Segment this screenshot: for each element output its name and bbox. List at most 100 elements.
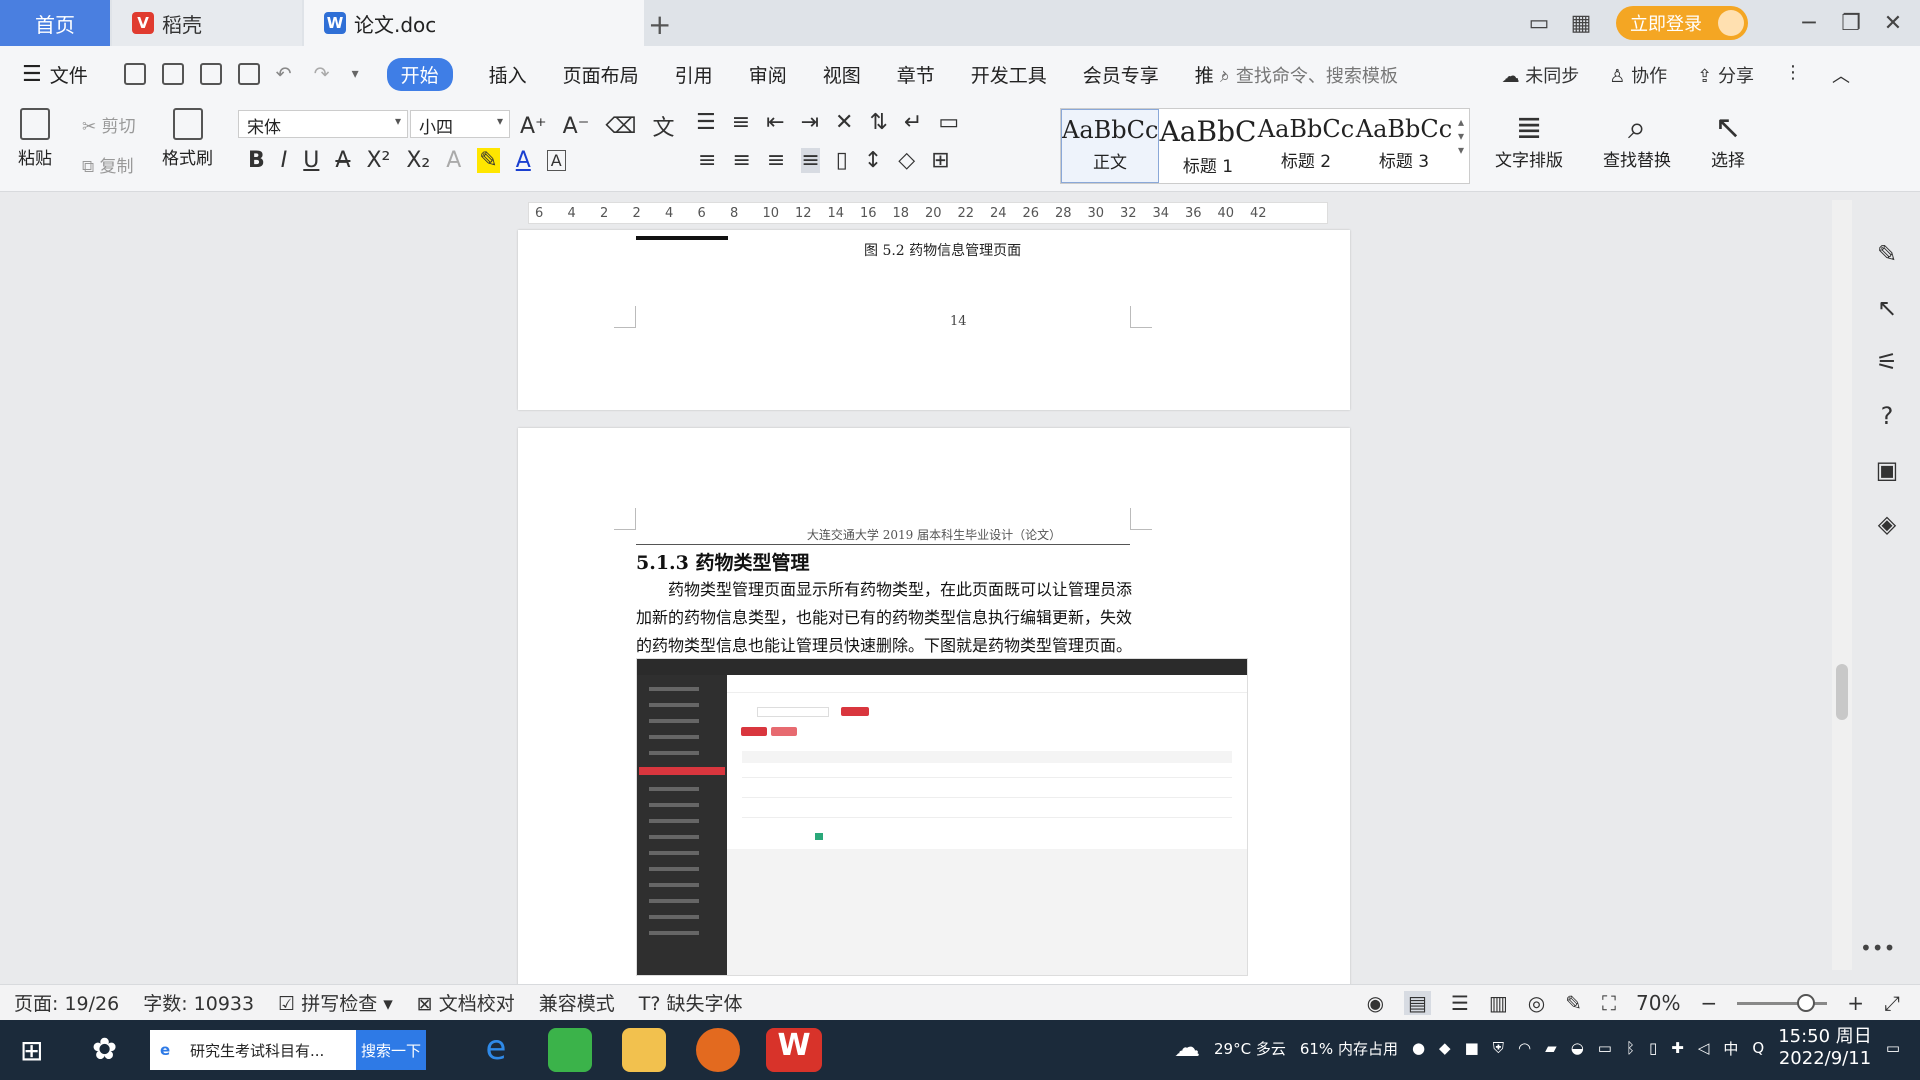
- bluetooth-icon[interactable]: ᛒ: [1626, 1039, 1635, 1057]
- print-icon[interactable]: [199, 63, 222, 85]
- paste-button[interactable]: 粘贴: [18, 108, 52, 169]
- close-button[interactable]: ✕: [1872, 11, 1914, 36]
- zoom-in-icon[interactable]: +: [1847, 991, 1864, 1015]
- line-spacing-icon[interactable]: ↕: [864, 148, 882, 173]
- font-color-icon[interactable]: A: [516, 148, 531, 173]
- superscript-icon[interactable]: X²: [366, 148, 390, 173]
- increase-indent-icon[interactable]: ⇥: [801, 110, 819, 135]
- find-replace-button[interactable]: ⌕ 查找替换: [1603, 108, 1671, 171]
- print-preview-icon[interactable]: [237, 63, 260, 85]
- taskbar-search[interactable]: e 研究生考试科目有... 搜索一下: [150, 1030, 426, 1070]
- image-edit-icon[interactable]: ▣: [1876, 456, 1899, 484]
- apps-grid-icon[interactable]: ▦: [1560, 11, 1602, 36]
- undo-icon[interactable]: ↶: [276, 63, 292, 85]
- ie-browser-icon[interactable]: e: [474, 1028, 518, 1072]
- eye-protect-icon[interactable]: ◉: [1367, 991, 1384, 1015]
- clear-format-icon[interactable]: ⌫: [605, 114, 636, 139]
- tray-icon[interactable]: ◆: [1439, 1039, 1451, 1057]
- zoom-slider-knob[interactable]: [1797, 993, 1816, 1012]
- file-explorer-icon[interactable]: [622, 1028, 666, 1072]
- menu-insert[interactable]: 插入: [489, 61, 527, 88]
- styles-scroll-icon[interactable]: ▴ ▾ ▾: [1453, 109, 1469, 183]
- style-heading-3[interactable]: AaBbCc 标题 3: [1355, 109, 1453, 183]
- nvidia-icon[interactable]: ▰: [1545, 1039, 1557, 1057]
- search-tray-icon[interactable]: Q: [1752, 1039, 1764, 1057]
- spell-check[interactable]: ☑ 拼写检查 ▾: [278, 989, 393, 1016]
- numbering-icon[interactable]: ≡: [732, 110, 750, 135]
- pointer-icon[interactable]: ↖: [1877, 294, 1897, 322]
- align-right-icon[interactable]: ≡: [767, 148, 785, 173]
- wps-office-icon[interactable]: W: [766, 1028, 822, 1072]
- doc-proof[interactable]: ⊠ 文档校对: [417, 989, 515, 1016]
- copy-button[interactable]: ⧉ 复制: [82, 152, 134, 177]
- assistant-icon[interactable]: ✿: [92, 1032, 117, 1067]
- menu-section[interactable]: 章节: [897, 61, 935, 88]
- fullscreen-icon[interactable]: ⤢: [1884, 991, 1900, 1015]
- sort-icon[interactable]: ⇅: [869, 110, 887, 135]
- menu-view[interactable]: 视图: [823, 61, 861, 88]
- menu-member[interactable]: 会员专享: [1083, 61, 1159, 88]
- menu-references[interactable]: 引用: [675, 61, 713, 88]
- zoom-level[interactable]: 70%: [1636, 991, 1680, 1015]
- tab-home[interactable]: 首页: [0, 0, 110, 46]
- highlight-icon[interactable]: ✎: [477, 148, 500, 173]
- customize-chevron-icon[interactable]: ▾: [352, 66, 359, 82]
- command-search[interactable]: ⌕ 查找命令、搜索模板: [1220, 62, 1398, 88]
- embedded-screenshot-figure[interactable]: [636, 658, 1248, 976]
- select-button[interactable]: ↖ 选择: [1711, 108, 1745, 171]
- taskbar-search-button[interactable]: 搜索一下: [356, 1030, 426, 1070]
- ime-indicator[interactable]: 中: [1723, 1038, 1738, 1059]
- browser-360-icon[interactable]: [548, 1028, 592, 1072]
- page-view-icon[interactable]: ▤: [1404, 991, 1431, 1015]
- outline-view-icon[interactable]: ☰: [1451, 991, 1469, 1015]
- strikethrough-icon[interactable]: A: [335, 148, 350, 173]
- font-size-select[interactable]: 小四: [410, 110, 510, 138]
- new-tab-button[interactable]: +: [648, 8, 671, 41]
- more-options-icon[interactable]: ⋮: [1784, 62, 1802, 88]
- zoom-slider[interactable]: [1737, 993, 1828, 1012]
- restore-button[interactable]: ❐: [1830, 11, 1872, 36]
- pen-icon[interactable]: ✎: [1877, 240, 1897, 268]
- text-layout-button[interactable]: ≣ 文字排版: [1495, 108, 1563, 171]
- decrease-indent-icon[interactable]: ⇤: [766, 110, 784, 135]
- menu-recommend[interactable]: 推: [1195, 61, 1214, 88]
- menu-developer[interactable]: 开发工具: [971, 61, 1047, 88]
- style-normal[interactable]: AaBbCcI 正文: [1061, 109, 1159, 183]
- location-icon[interactable]: ◈: [1878, 510, 1896, 538]
- read-view-icon[interactable]: ▥: [1489, 991, 1508, 1015]
- align-left-icon[interactable]: ≡: [698, 148, 716, 173]
- qq-icon[interactable]: ◒: [1571, 1039, 1584, 1057]
- shading-icon[interactable]: ◇: [898, 148, 915, 173]
- missing-font[interactable]: T? 缺失字体: [639, 989, 743, 1016]
- help-icon[interactable]: ?: [1881, 402, 1894, 430]
- word-count[interactable]: 字数: 10933: [143, 989, 254, 1016]
- wifi-icon[interactable]: ◠: [1518, 1039, 1531, 1057]
- horizontal-ruler[interactable]: 6 4 2 2 4 6 8 10 12 14 16 18 20 22 24 26 28 30 32 34 36 40 42: [0, 198, 1920, 228]
- tray-icon[interactable]: ✚: [1671, 1039, 1684, 1057]
- web-view-icon[interactable]: ◎: [1528, 991, 1545, 1015]
- underline-icon[interactable]: U: [303, 148, 319, 173]
- bullets-icon[interactable]: ☰: [696, 110, 716, 135]
- layout-icon[interactable]: ▭: [1518, 11, 1560, 36]
- collab-button[interactable]: ♙ 协作: [1609, 62, 1667, 88]
- adjust-icon[interactable]: ⚟: [1876, 348, 1898, 376]
- fit-page-icon[interactable]: ⛶: [1602, 991, 1616, 1015]
- collapse-ribbon-icon[interactable]: ︿: [1832, 62, 1850, 88]
- menu-file[interactable]: 文件: [50, 61, 88, 88]
- menu-page-layout[interactable]: 页面布局: [563, 61, 639, 88]
- grow-font-icon[interactable]: A⁺: [520, 114, 547, 139]
- shield-icon[interactable]: ⛨: [1493, 1039, 1504, 1057]
- show-marks-icon[interactable]: ↵: [904, 110, 922, 135]
- table-border-icon[interactable]: ▭: [938, 110, 959, 135]
- tray-icon[interactable]: ●: [1412, 1039, 1425, 1057]
- align-center-icon[interactable]: ≡: [732, 148, 750, 173]
- font-name-select[interactable]: 宋体: [238, 110, 408, 138]
- char-border-icon[interactable]: A: [546, 150, 566, 171]
- phonetic-icon[interactable]: 文: [652, 110, 674, 142]
- chinese-layout-icon[interactable]: ✕: [835, 110, 853, 135]
- borders-icon[interactable]: ⊞: [931, 148, 949, 173]
- menu-review[interactable]: 审阅: [749, 61, 787, 88]
- format-painter-button[interactable]: 格式刷: [162, 108, 213, 169]
- login-button[interactable]: 立即登录: [1616, 6, 1748, 40]
- redo-icon[interactable]: ↷: [314, 63, 330, 85]
